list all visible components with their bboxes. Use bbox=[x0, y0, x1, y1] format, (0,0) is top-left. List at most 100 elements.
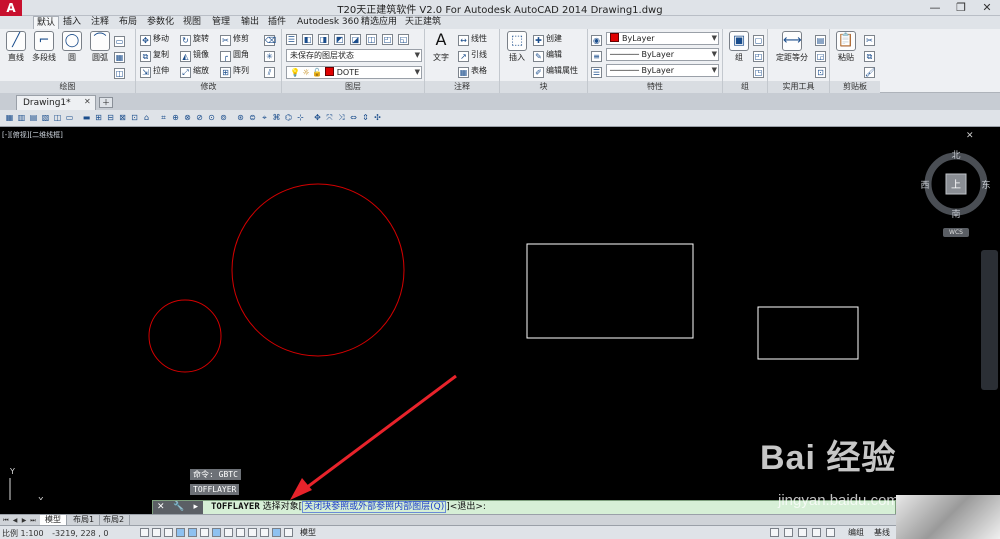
line-button[interactable]: ╱ 直线 bbox=[2, 31, 30, 63]
toolbar-tool-icon[interactable]: ⊹ bbox=[295, 112, 306, 124]
close-button[interactable]: ✕ bbox=[974, 0, 1000, 16]
toolbar-tool-icon[interactable]: ⊕ bbox=[170, 112, 181, 124]
match-properties-button[interactable]: ◉ bbox=[591, 32, 604, 46]
restore-button[interactable]: ❐ bbox=[948, 0, 974, 16]
status-tool-2-icon[interactable] bbox=[784, 528, 793, 537]
toolbar-tool-icon[interactable]: ⊠ bbox=[117, 112, 128, 124]
tab-manage[interactable]: 管理 bbox=[209, 16, 233, 29]
array-button[interactable]: ⊞ 阵列 bbox=[220, 64, 249, 78]
toolbar-tool-icon[interactable]: ⌘ bbox=[271, 112, 282, 124]
status-tool-5-icon[interactable] bbox=[826, 528, 835, 537]
toolbar-tool-icon[interactable]: ⊡ bbox=[129, 112, 140, 124]
tab-default[interactable]: 默认 bbox=[33, 16, 60, 29]
ungroup-button[interactable]: ▢ bbox=[753, 32, 766, 46]
viewcube[interactable]: 上 北 南 西 东 WCS bbox=[920, 148, 992, 237]
panel-clipboard-label[interactable]: 剪贴板 bbox=[830, 81, 880, 93]
toolbar-tool-icon[interactable]: ⊗ bbox=[182, 112, 193, 124]
fillet-button[interactable]: ╭ 圆角 bbox=[220, 48, 249, 62]
insert-block-button[interactable]: ⬚ 插入 bbox=[503, 31, 531, 63]
create-block-button[interactable]: ✚ 创建 bbox=[533, 32, 562, 46]
grid-display-icon[interactable] bbox=[152, 528, 161, 537]
toolbar-tool-icon[interactable]: ⊞ bbox=[93, 112, 104, 124]
large-circle[interactable] bbox=[231, 183, 405, 357]
color-select[interactable]: ByLayer ▼ bbox=[606, 32, 719, 45]
arc-button[interactable]: ⌒ 圆弧 bbox=[86, 31, 114, 63]
tab-output[interactable]: 输出 bbox=[238, 16, 262, 29]
erase-button[interactable]: ⌫ bbox=[264, 32, 277, 46]
panel-group-label[interactable]: 组 bbox=[723, 81, 767, 93]
command-recent-icon[interactable]: ▸ bbox=[194, 502, 199, 512]
small-rectangle[interactable] bbox=[757, 306, 859, 360]
close-tab-icon[interactable]: ✕ bbox=[84, 97, 91, 106]
utility-tool-1[interactable]: ▤ bbox=[815, 32, 828, 46]
command-option-q[interactable]: 关闭块参照或外部参照内部图层(Q) bbox=[302, 501, 447, 513]
tab-parametric[interactable]: 参数化 bbox=[144, 16, 177, 29]
toolbar-tool-icon[interactable]: ⊘ bbox=[194, 112, 205, 124]
text-button[interactable]: A 文字 bbox=[427, 31, 455, 63]
tab-layout[interactable]: 布局 bbox=[116, 16, 140, 29]
compass-north[interactable]: 北 bbox=[951, 150, 960, 161]
circle-button[interactable]: ◯ 圆 bbox=[58, 31, 86, 63]
selection-cycling-icon[interactable] bbox=[284, 528, 293, 537]
object-snap-icon[interactable] bbox=[188, 528, 197, 537]
tab-view[interactable]: 视图 bbox=[180, 16, 204, 29]
current-layer-select[interactable]: 💡 ☼ 🔓 DOTE ▼ bbox=[286, 66, 422, 79]
layer-tool-1[interactable]: ◧ bbox=[302, 31, 315, 45]
compass-south[interactable]: 南 bbox=[951, 208, 960, 220]
edit-block-button[interactable]: ✎ 编辑 bbox=[533, 48, 562, 62]
toolbar-tool-icon[interactable]: ⌗ bbox=[158, 112, 169, 124]
command-prompt[interactable]: TOFFLAYER 选择对象[关闭块参照或外部参照内部图层(Q)]<退出>: bbox=[211, 501, 486, 514]
explode-button[interactable]: ✳ bbox=[264, 48, 277, 62]
toolbar-tool-icon[interactable]: ⤨ bbox=[336, 112, 347, 124]
tab-plugins[interactable]: 插件 bbox=[265, 16, 289, 29]
snap-mode-icon[interactable] bbox=[140, 528, 149, 537]
move-button[interactable]: ✥ 移动 bbox=[140, 32, 169, 46]
dynamic-ucs-icon[interactable] bbox=[224, 528, 233, 537]
command-line[interactable]: ✕ 🔧 ▸ TOFFLAYER 选择对象[关闭块参照或外部参照内部图层(Q)]<… bbox=[152, 500, 896, 515]
viewcube-top-face[interactable]: 上 bbox=[951, 179, 961, 191]
toolbar-tool-icon[interactable]: ▦ bbox=[4, 112, 15, 124]
transparency-icon[interactable] bbox=[260, 528, 269, 537]
tab-insert[interactable]: 插入 bbox=[60, 16, 84, 29]
baseline-status-label[interactable]: 基线 bbox=[874, 527, 890, 538]
panel-annotation-label[interactable]: 注释 bbox=[425, 81, 499, 93]
toolbar-tool-icon[interactable]: ⌂ bbox=[141, 112, 152, 124]
linetype-icon-button[interactable]: ≡ bbox=[591, 48, 604, 62]
toolbar-tool-icon[interactable]: ⤧ bbox=[324, 112, 335, 124]
navigation-bar[interactable] bbox=[981, 250, 998, 390]
panel-layers-label[interactable]: 图层 bbox=[282, 81, 424, 93]
toolbar-tool-icon[interactable]: ⊛ bbox=[235, 112, 246, 124]
compass-west[interactable]: 西 bbox=[920, 180, 929, 191]
toolbar-tool-icon[interactable]: ⇔ bbox=[348, 112, 359, 124]
drawing-canvas[interactable]: [-][俯视][二维线框] ✕ Y X 上 北 南 西 东 WCS 命令: GB… bbox=[0, 128, 1000, 500]
dynamic-input-icon[interactable] bbox=[236, 528, 245, 537]
compass-east[interactable]: 东 bbox=[981, 179, 990, 191]
group-select-button[interactable]: ◳ bbox=[753, 64, 766, 78]
polar-tracking-icon[interactable] bbox=[176, 528, 185, 537]
lineweight-icon-button[interactable]: ☰ bbox=[591, 64, 604, 78]
leader-button[interactable]: ↗ 引线 bbox=[458, 48, 487, 62]
utility-tool-2[interactable]: ◲ bbox=[815, 48, 828, 62]
status-tool-3-icon[interactable] bbox=[798, 528, 807, 537]
measure-button[interactable]: ⟷ 定距等分 bbox=[774, 31, 810, 63]
utility-tool-3[interactable]: ⊡ bbox=[815, 64, 828, 78]
layer-tool-4[interactable]: ◪ bbox=[350, 31, 363, 45]
trim-button[interactable]: ✂ 修剪 bbox=[220, 32, 249, 46]
toolbar-tool-icon[interactable]: ⊜ bbox=[247, 112, 258, 124]
layer-tool-7[interactable]: ◱ bbox=[398, 31, 411, 45]
tab-annotate[interactable]: 注释 bbox=[88, 16, 112, 29]
tab-featured-apps[interactable]: 精选应用 bbox=[358, 16, 400, 29]
toolbar-tool-icon[interactable]: ⌬ bbox=[283, 112, 294, 124]
toolbar-tool-icon[interactable]: ✣ bbox=[372, 112, 383, 124]
lineweight-select[interactable]: ────── ByLayer ▼ bbox=[606, 64, 719, 77]
toolbar-tool-icon[interactable]: ▭ bbox=[64, 112, 75, 124]
linear-dim-button[interactable]: ↔ 线性 bbox=[458, 32, 487, 46]
cursor-coordinates[interactable]: -3219, 228 , 0 bbox=[52, 529, 108, 538]
linetype-select[interactable]: ────── ByLayer ▼ bbox=[606, 48, 719, 61]
command-line-tools[interactable]: ✕ 🔧 ▸ bbox=[153, 501, 203, 514]
layer-tool-2[interactable]: ◨ bbox=[318, 31, 331, 45]
copy-button[interactable]: ⧉ 复制 bbox=[140, 48, 169, 62]
tab-autodesk360[interactable]: Autodesk 360 bbox=[294, 16, 362, 29]
group-button[interactable]: ▣ 组 bbox=[725, 31, 753, 63]
toolbar-tool-icon[interactable]: ▧ bbox=[40, 112, 51, 124]
